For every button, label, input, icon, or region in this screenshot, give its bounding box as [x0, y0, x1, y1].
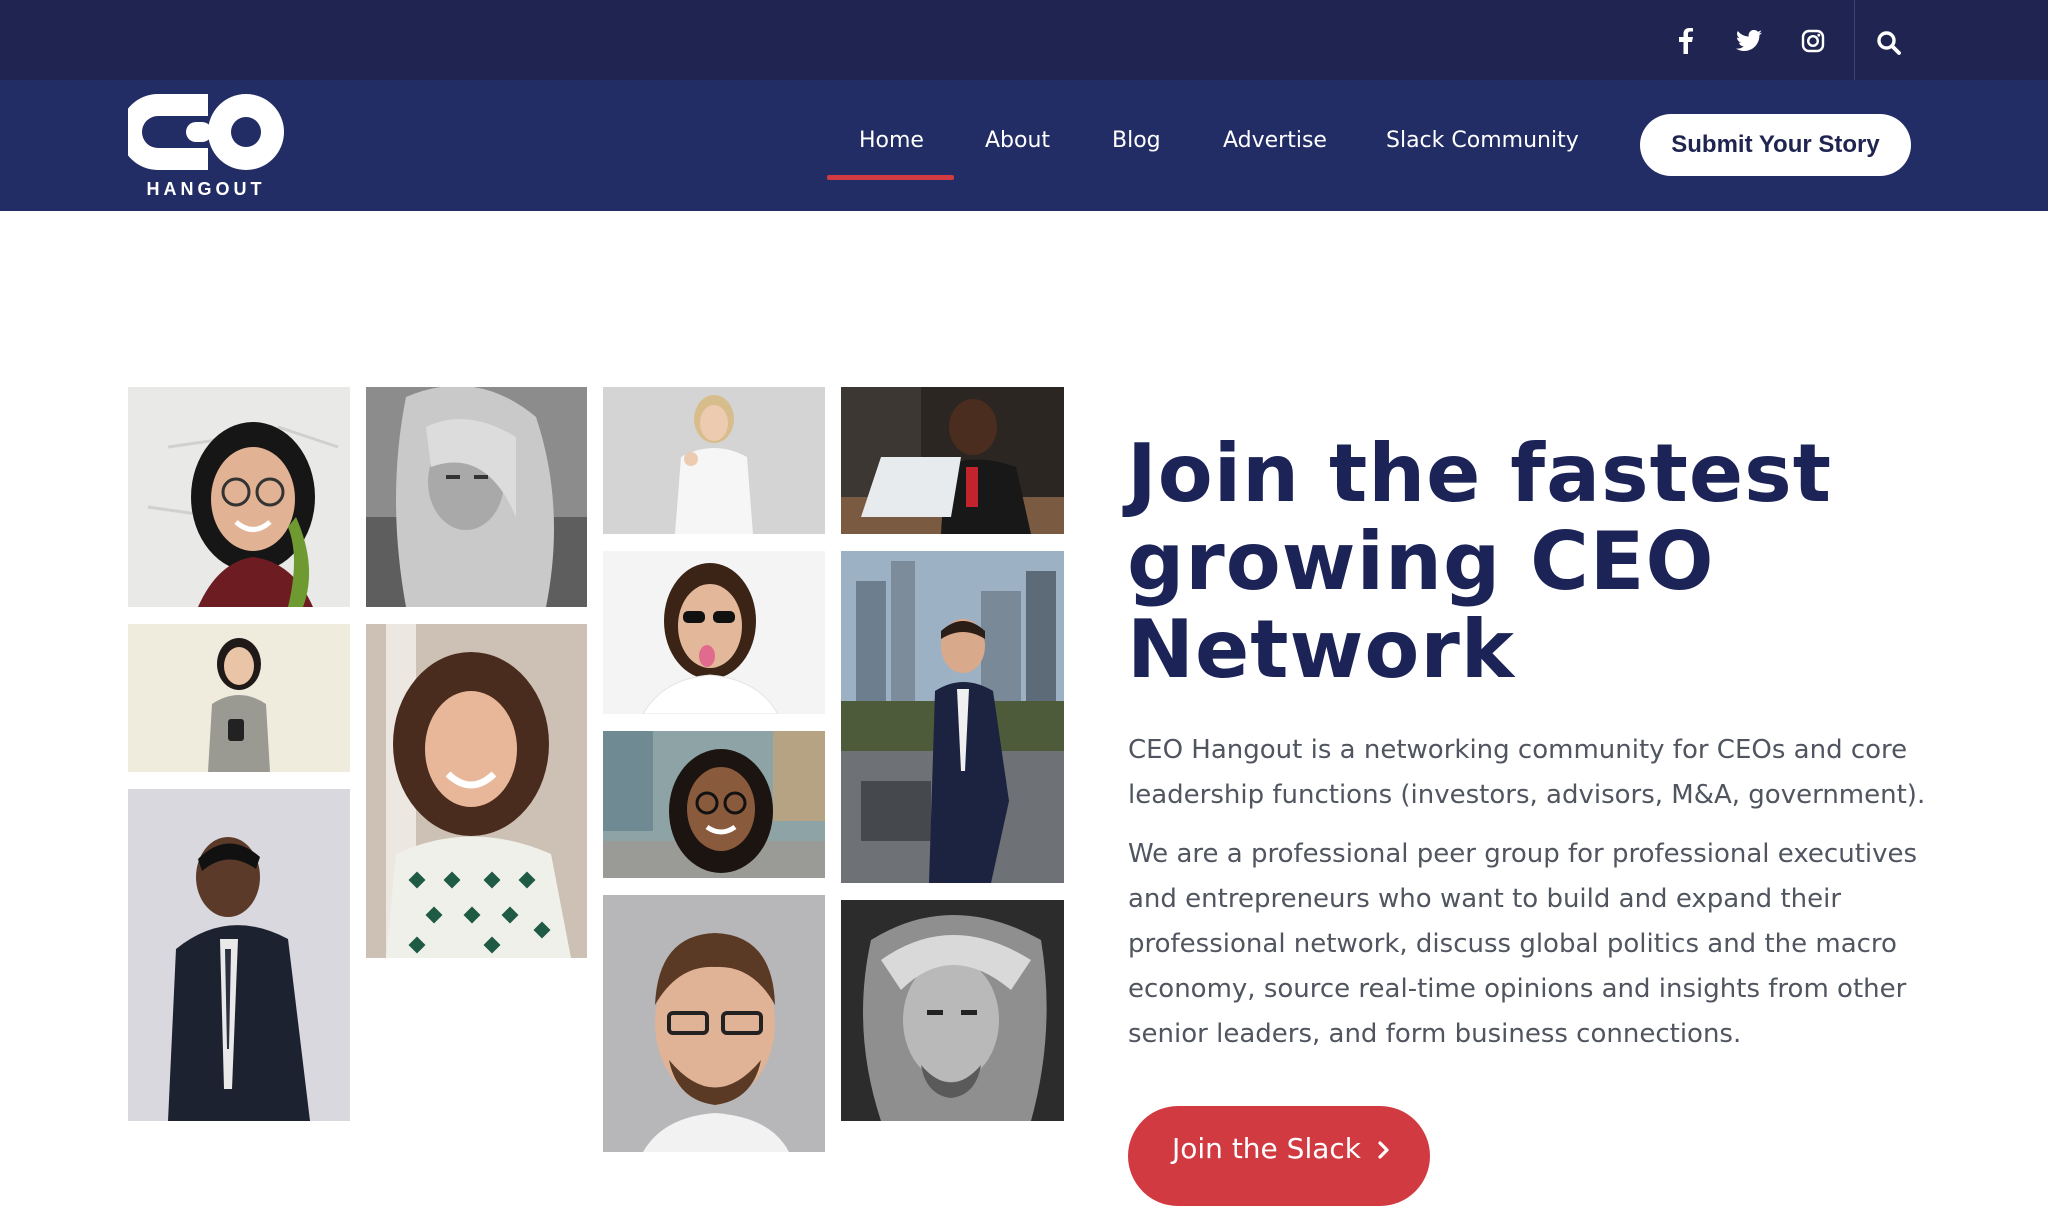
- hero-headline-line-1: Join the fastest: [1127, 427, 1833, 520]
- ceo-hangout-logo[interactable]: HANGOUT: [120, 94, 284, 199]
- photo-woman-blonde-bw: [366, 387, 587, 607]
- photo-man-laptop: [841, 387, 1064, 534]
- photo-woman-curly-hair: [366, 624, 587, 958]
- facebook-icon[interactable]: [1671, 26, 1701, 56]
- nav-home[interactable]: Home: [859, 126, 924, 156]
- photo-man-glasses-beard: [603, 895, 825, 1152]
- nav-blog[interactable]: Blog: [1112, 126, 1161, 156]
- hero-headline: Join the fastest growing CEO Network: [1127, 430, 1947, 694]
- photo-woman-glasses-smiling: [128, 387, 350, 607]
- join-the-slack-button[interactable]: Join the Slack: [1128, 1106, 1430, 1206]
- photo-man-sunglasses: [603, 551, 825, 714]
- logo-subtext: HANGOUT: [147, 179, 266, 198]
- instagram-icon[interactable]: [1798, 26, 1828, 56]
- nav-slack-community[interactable]: Slack Community: [1386, 126, 1579, 156]
- nav-advertise[interactable]: Advertise: [1223, 126, 1327, 156]
- photo-woman-phone: [128, 624, 350, 772]
- hero-intro-paragraph: CEO Hangout is a networking community fo…: [1128, 735, 1926, 810]
- photo-man-long-hair-bw: [841, 900, 1064, 1121]
- photo-man-suit-tie: [128, 789, 350, 1121]
- chevron-right-icon: [1377, 1132, 1391, 1165]
- nav-about[interactable]: About: [985, 126, 1050, 156]
- photo-man-suit-rooftop: [841, 551, 1064, 883]
- topbar-divider: [1854, 0, 1855, 80]
- hero-headline-line-3: Network: [1127, 603, 1515, 696]
- photo-woman-glasses-street: [603, 731, 825, 878]
- photo-woman-white-shirt: [603, 387, 825, 534]
- twitter-icon[interactable]: [1734, 26, 1764, 56]
- hero-description-paragraph: We are a professional peer group for pro…: [1128, 839, 1918, 1049]
- submit-your-story-button[interactable]: Submit Your Story: [1640, 114, 1911, 176]
- active-nav-indicator: [827, 175, 954, 180]
- join-button-label: Join the Slack: [1172, 1132, 1361, 1165]
- hero-headline-line-2: growing CEO: [1127, 515, 1715, 608]
- search-icon[interactable]: [1874, 28, 1904, 58]
